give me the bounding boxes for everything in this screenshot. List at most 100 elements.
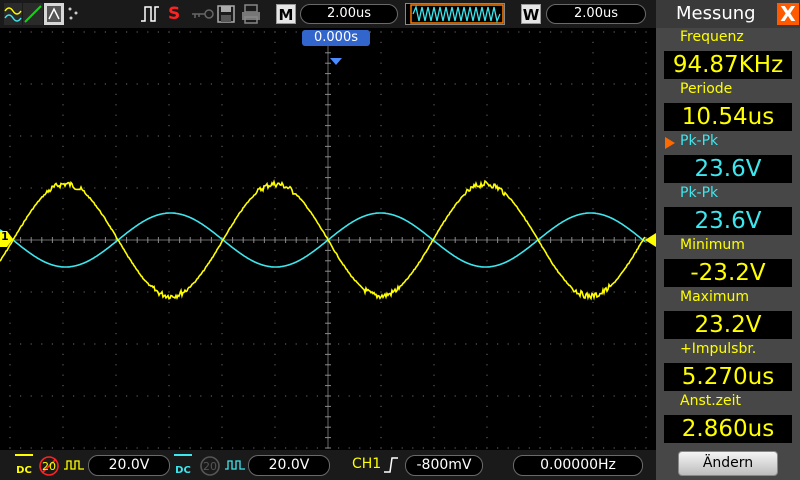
grid-dot [253, 135, 255, 137]
grid-dot [83, 187, 85, 189]
grid-dot [613, 83, 615, 85]
key-icon[interactable] [190, 3, 214, 25]
measurement-value-minimum[interactable]: -23.2V [664, 259, 792, 287]
measurement-value-maximum[interactable]: 23.2V [664, 311, 792, 339]
grid-dot [486, 93, 488, 95]
grid-dot [221, 145, 223, 147]
trigger-level-readout[interactable]: -800mV [405, 455, 483, 476]
ch1-bandwidth-limit-icon[interactable]: 20 [38, 455, 60, 477]
grid-dot [486, 177, 488, 179]
grid-dot [210, 187, 212, 189]
measurement-value-pulse-width[interactable]: 5.270us [664, 363, 792, 391]
grid-dot [242, 343, 244, 345]
window-timebase-button[interactable]: W [521, 4, 541, 24]
grid-dot [486, 31, 488, 33]
save-icon[interactable] [216, 3, 236, 25]
measurement-value-period[interactable]: 10.54us [664, 103, 792, 131]
grid-dot [210, 447, 212, 449]
grid-dot [433, 364, 435, 366]
grid-dot [115, 83, 117, 85]
grid-dot [9, 416, 11, 418]
grid-dot [295, 343, 297, 345]
grid-dot [338, 135, 340, 137]
grid-dot [433, 156, 435, 158]
main-timebase-button[interactable]: M [276, 4, 296, 24]
measurement-label-pulse-width: +Impulsbr. [680, 341, 757, 357]
ch2-scale-readout[interactable]: 20.0V [248, 455, 330, 476]
grid-dot [115, 322, 117, 324]
grid-dot [391, 83, 393, 85]
ch1-invert-icon[interactable] [63, 457, 85, 473]
grid-dot [115, 156, 117, 158]
measurement-value-pkpk-1[interactable]: 23.6V [664, 155, 792, 183]
ch2-coupling[interactable]: DC [174, 454, 192, 476]
grid-dot [539, 31, 541, 33]
grid-dot [475, 343, 477, 345]
change-button[interactable]: Ändern [678, 451, 778, 476]
grid-dot [274, 395, 276, 397]
grid-dot [9, 260, 11, 262]
measurement-value-frequency[interactable]: 94.87KHz [664, 51, 792, 79]
grid-dot [221, 177, 223, 179]
grid-dot [422, 83, 424, 85]
grid-dot [613, 395, 615, 397]
vectors-icon[interactable] [23, 3, 43, 25]
ch2-invert-icon[interactable] [224, 457, 246, 473]
grid-dot [550, 395, 552, 397]
trigger-position-arrow[interactable] [330, 58, 342, 65]
timebase-readout[interactable]: 2.00us [300, 4, 398, 24]
trigger-level-marker[interactable] [645, 233, 656, 247]
wave-icon[interactable] [4, 3, 22, 25]
dots-icon[interactable] [66, 3, 80, 25]
grid-dot [9, 83, 11, 85]
persistence-icon[interactable] [44, 3, 64, 25]
measurement-value-pkpk-2[interactable]: 23.6V [664, 207, 792, 235]
grid-dot [624, 291, 626, 293]
grid-dot [41, 83, 43, 85]
grid-dot [433, 125, 435, 127]
grid-dot [550, 343, 552, 345]
grid-dot [486, 52, 488, 54]
grid-dot [592, 447, 594, 449]
grid-dot [126, 83, 128, 85]
grid-dot [62, 197, 64, 199]
scope-display[interactable]: 1 0.000s [0, 28, 656, 450]
grid-dot [592, 52, 594, 54]
grid-dot [624, 395, 626, 397]
grid-dot [518, 291, 520, 293]
rising-edge-icon[interactable] [383, 456, 399, 474]
memory-position-indicator[interactable] [405, 3, 505, 25]
grid-dot [9, 197, 11, 199]
grid-dot [316, 395, 318, 397]
grid-dot [94, 31, 96, 33]
window-timebase-readout[interactable]: 2.00us [546, 4, 646, 24]
grid-dot [380, 281, 382, 283]
grid-dot [115, 343, 117, 345]
ch2-bandwidth-limit-icon[interactable]: 20 [199, 455, 221, 477]
grid-dot [232, 395, 234, 397]
grid-dot [624, 343, 626, 345]
grid-dot [507, 31, 509, 33]
grid-dot [168, 104, 170, 106]
grid-dot [412, 343, 414, 345]
grid-dot [380, 322, 382, 324]
trigger-source[interactable]: CH1 [352, 456, 381, 472]
print-icon[interactable] [240, 3, 262, 25]
grid-dot [168, 156, 170, 158]
grid-dot [550, 83, 552, 85]
grid-dot [274, 41, 276, 43]
ch1-scale-readout[interactable]: 20.0V [88, 455, 170, 476]
grid-dot [306, 135, 308, 137]
grid-dot [359, 395, 361, 397]
grid-dot [433, 249, 435, 251]
ch1-coupling[interactable]: DC [15, 454, 33, 476]
measurement-value-rise-time[interactable]: 2.860us [664, 415, 792, 443]
close-button[interactable]: X [777, 3, 799, 25]
waveform-area[interactable] [0, 28, 656, 450]
trigger-edge-icon[interactable] [140, 3, 160, 25]
grid-dot [454, 447, 456, 449]
bottom-bar: DC 20 20.0V DC 20 20.0V CH1 -800mV 0.000… [0, 450, 656, 480]
grid-dot [465, 343, 467, 345]
grid-dot [253, 291, 255, 293]
grid-dot [433, 343, 435, 345]
